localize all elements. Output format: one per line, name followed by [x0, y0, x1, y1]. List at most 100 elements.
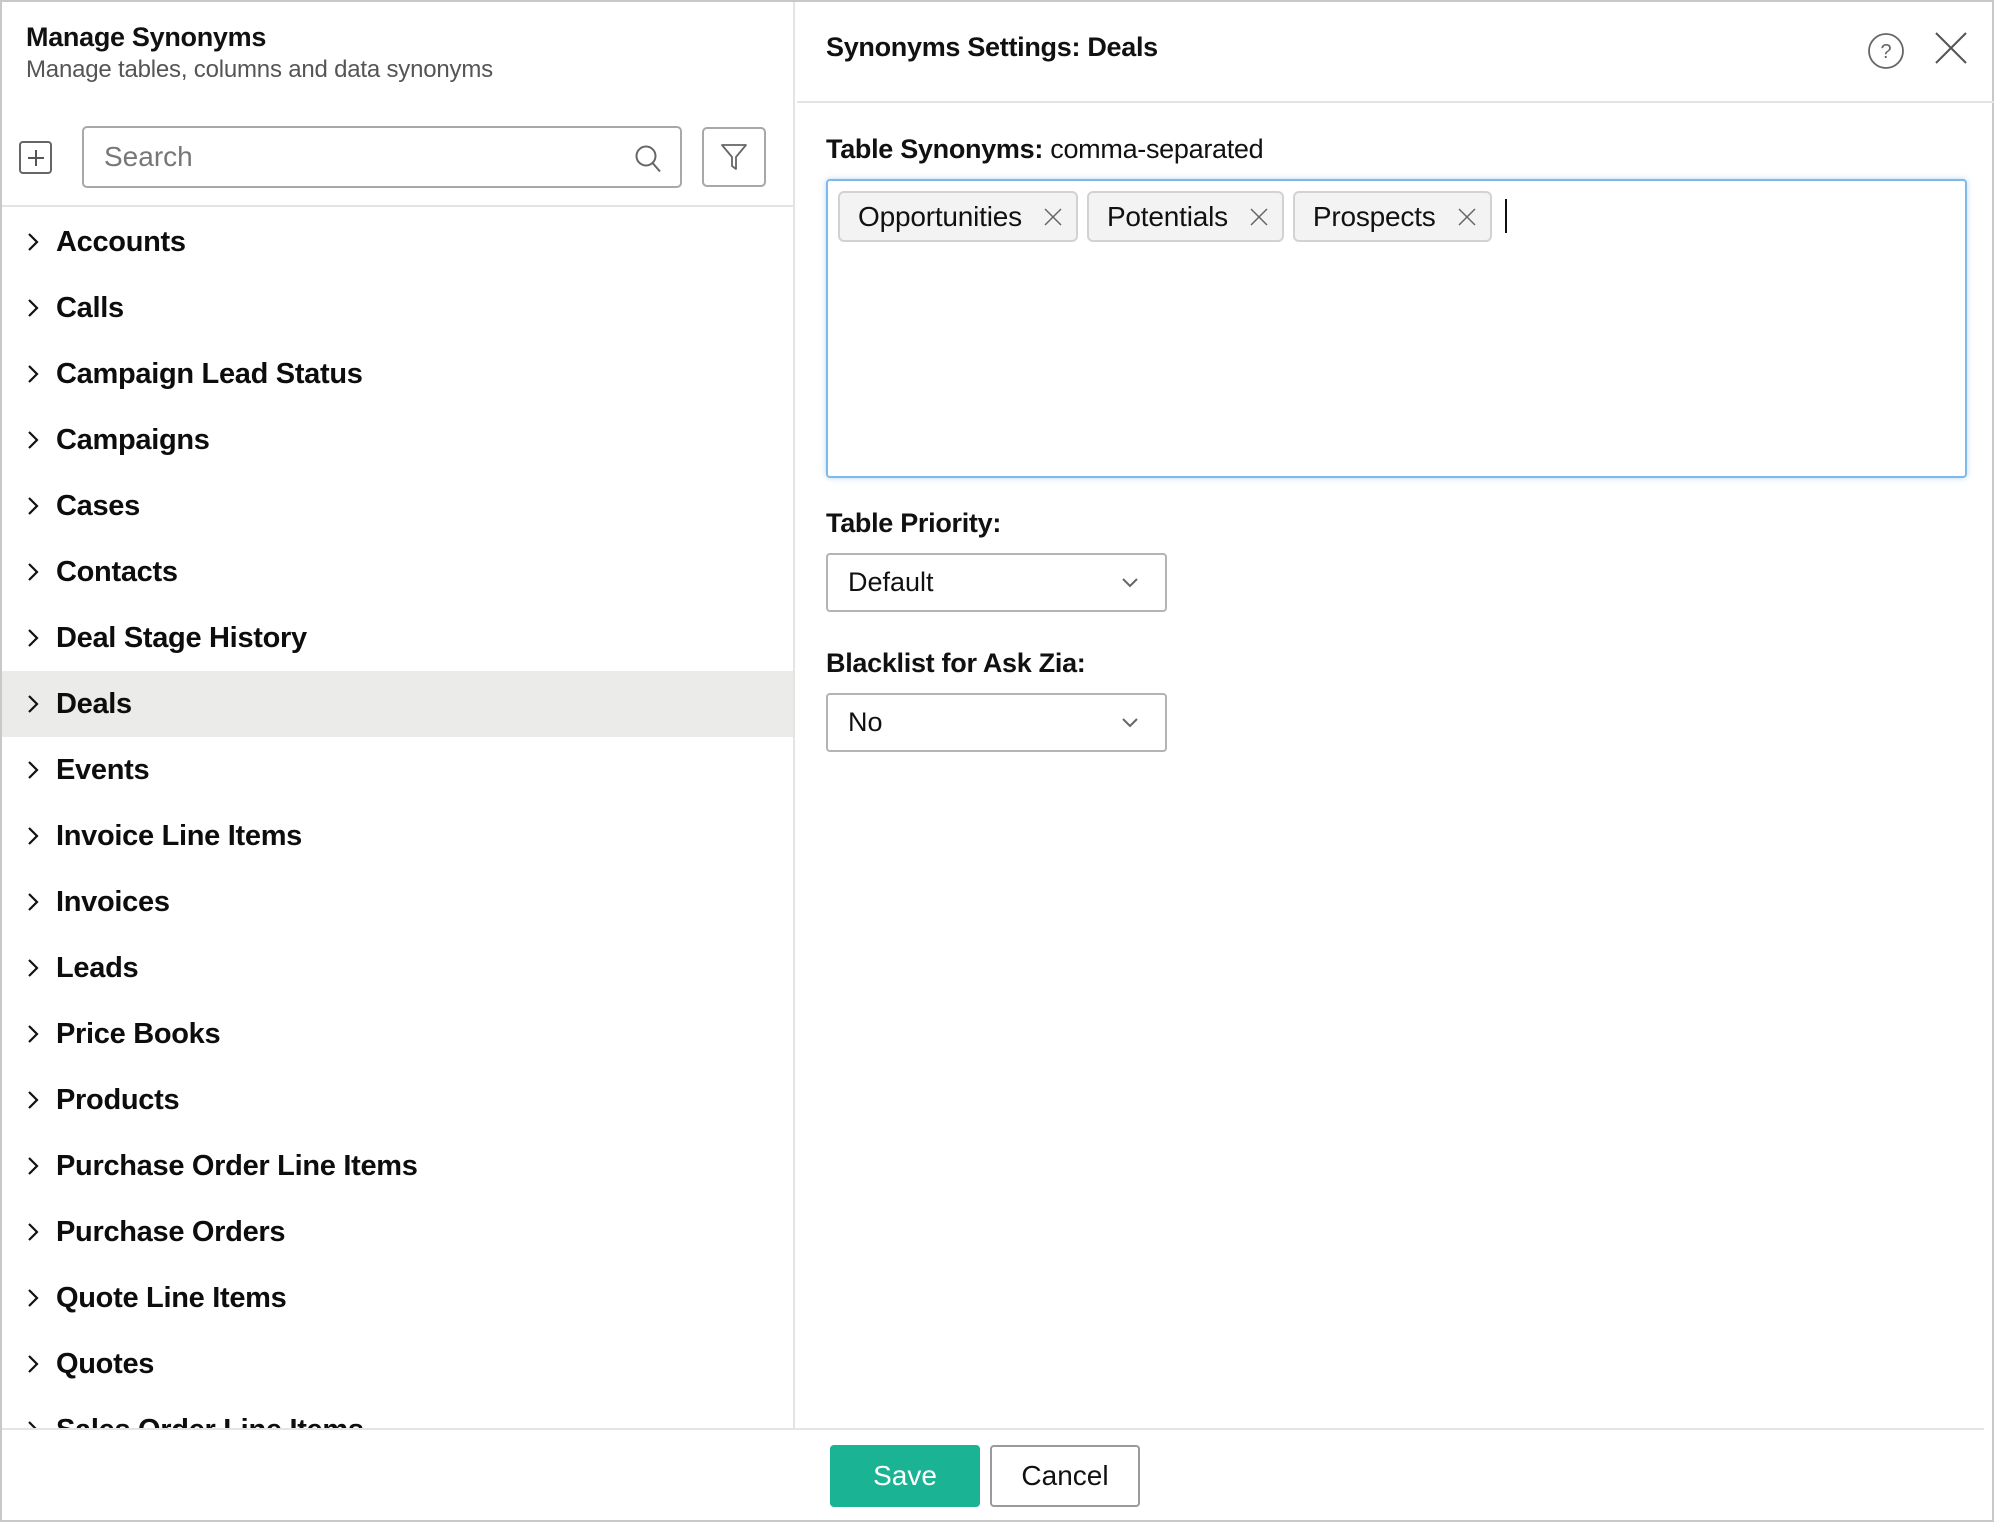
list-item[interactable]: Events	[2, 737, 793, 803]
list-item[interactable]: Quote Line Items	[2, 1265, 793, 1331]
list-item[interactable]: Invoice Line Items	[2, 803, 793, 869]
chevron-down-icon	[1122, 578, 1138, 588]
chevron-right-icon[interactable]	[26, 1155, 40, 1177]
list-item-label: Campaigns	[56, 423, 210, 456]
search-icon[interactable]	[634, 144, 662, 174]
panel-subtitle: Manage tables, columns and data synonyms	[26, 56, 493, 83]
list-item-label: Leads	[56, 951, 139, 984]
search-field[interactable]	[82, 126, 682, 188]
save-button[interactable]: Save	[830, 1445, 980, 1507]
chevron-right-icon[interactable]	[26, 1089, 40, 1111]
table-list-panel: Manage Synonyms Manage tables, columns a…	[2, 2, 795, 1429]
list-item-label: Purchase Order Line Items	[56, 1149, 418, 1182]
synonym-chip: Opportunities	[838, 191, 1078, 242]
list-item-label: Accounts	[56, 225, 186, 258]
table-synonyms-input[interactable]: Opportunities Potentials Prospects	[826, 179, 1967, 478]
table-synonyms-label: Table Synonyms: comma-separated	[826, 134, 1264, 165]
chevron-right-icon[interactable]	[26, 363, 40, 385]
list-item[interactable]: Invoices	[2, 869, 793, 935]
list-item-label: Quote Line Items	[56, 1281, 287, 1314]
remove-chip-icon[interactable]	[1044, 207, 1062, 226]
chevron-right-icon[interactable]	[26, 693, 40, 715]
divider	[797, 101, 1994, 103]
list-item[interactable]: Calls	[2, 275, 793, 341]
search-input[interactable]	[104, 141, 604, 173]
list-item[interactable]: Purchase Orders	[2, 1199, 793, 1265]
list-item[interactable]: Deal Stage History	[2, 605, 793, 671]
synonym-chip-label: Potentials	[1106, 200, 1228, 232]
chevron-right-icon[interactable]	[26, 561, 40, 583]
list-item-label: Contacts	[56, 555, 178, 588]
list-item[interactable]: Price Books	[2, 1001, 793, 1067]
chevron-right-icon[interactable]	[26, 1221, 40, 1243]
list-item-label: Invoice Line Items	[56, 819, 303, 852]
list-item[interactable]: Quotes	[2, 1331, 793, 1397]
chevron-right-icon[interactable]	[26, 429, 40, 451]
list-item[interactable]: Sales Order Line Items	[2, 1397, 793, 1429]
settings-title: Synonyms Settings: Deals	[826, 32, 1158, 62]
remove-chip-icon[interactable]	[1250, 207, 1268, 226]
plus-square-icon	[27, 149, 44, 166]
list-item-label: Products	[56, 1083, 180, 1116]
close-x-icon[interactable]	[1933, 30, 1969, 66]
list-item[interactable]: Leads	[2, 935, 793, 1001]
table-synonyms-hint: comma-separated	[1043, 134, 1264, 164]
filter-button[interactable]	[702, 127, 766, 187]
list-item-label: Deals	[56, 687, 132, 720]
table-priority-label: Table Priority:	[826, 508, 1001, 539]
svg-text:?: ?	[1880, 41, 1891, 63]
synonym-chip-label: Prospects	[1312, 200, 1436, 232]
chevron-right-icon[interactable]	[26, 1023, 40, 1045]
chevron-right-icon[interactable]	[26, 231, 40, 253]
list-item-label: Quotes	[56, 1347, 155, 1380]
cancel-button[interactable]: Cancel	[990, 1445, 1140, 1507]
chevron-right-icon[interactable]	[26, 495, 40, 517]
list-item[interactable]: Campaigns	[2, 407, 793, 473]
synonym-chip: Prospects	[1292, 191, 1492, 242]
question-circle-icon[interactable]: ?	[1867, 32, 1905, 70]
table-priority-value: Default	[848, 567, 934, 597]
list-item[interactable]: Cases	[2, 473, 793, 539]
list-item[interactable]: Contacts	[2, 539, 793, 605]
chevron-right-icon[interactable]	[26, 891, 40, 913]
text-caret	[1504, 199, 1507, 233]
synonym-chip-label: Opportunities	[858, 200, 1022, 232]
list-item-label: Purchase Orders	[56, 1215, 286, 1248]
synonym-settings-panel: Synonyms Settings: Deals ? Table Synonym…	[797, 2, 1994, 1429]
remove-chip-icon[interactable]	[1458, 207, 1476, 226]
table-synonyms-label-text: Table Synonyms:	[826, 134, 1044, 164]
list-item[interactable]: Campaign Lead Status	[2, 341, 793, 407]
list-item-label: Cases	[56, 489, 140, 522]
chevron-down-icon	[1122, 718, 1138, 728]
list-item-label: Invoices	[56, 885, 170, 918]
list-item[interactable]: Purchase Order Line Items	[2, 1133, 793, 1199]
list-item[interactable]: Accounts	[2, 209, 793, 275]
chevron-right-icon[interactable]	[26, 1287, 40, 1309]
list-item[interactable]: Products	[2, 1067, 793, 1133]
chevron-right-icon[interactable]	[26, 297, 40, 319]
chevron-right-icon[interactable]	[26, 957, 40, 979]
funnel-icon	[721, 144, 747, 170]
blacklist-select[interactable]: No	[826, 693, 1167, 752]
manage-synonyms-dialog: Manage Synonyms Manage tables, columns a…	[0, 0, 1994, 1522]
table-priority-label-text: Table Priority:	[826, 508, 1002, 538]
panel-title: Manage Synonyms	[26, 22, 267, 52]
divider	[2, 205, 795, 207]
list-item-label: Events	[56, 753, 150, 786]
list-item-label: Campaign Lead Status	[56, 357, 363, 390]
blacklist-label-text: Blacklist for Ask Zia:	[826, 648, 1086, 678]
chevron-right-icon[interactable]	[26, 759, 40, 781]
blacklist-value: No	[848, 707, 883, 737]
table-list[interactable]: Accounts Calls Campaign Lead Status Campaig…	[2, 209, 793, 1429]
blacklist-label: Blacklist for Ask Zia:	[826, 648, 1086, 679]
footer-divider	[2, 1428, 1984, 1430]
synonym-chip: Potentials	[1086, 191, 1284, 242]
list-item[interactable]: Deals	[2, 671, 793, 737]
chevron-right-icon[interactable]	[26, 1353, 40, 1375]
table-priority-select[interactable]: Default	[826, 553, 1167, 612]
chevron-right-icon[interactable]	[26, 627, 40, 649]
list-item-label: Calls	[56, 291, 124, 324]
chevron-right-icon[interactable]	[26, 825, 40, 847]
list-item-label: Deal Stage History	[56, 621, 307, 654]
add-button[interactable]	[19, 141, 52, 174]
